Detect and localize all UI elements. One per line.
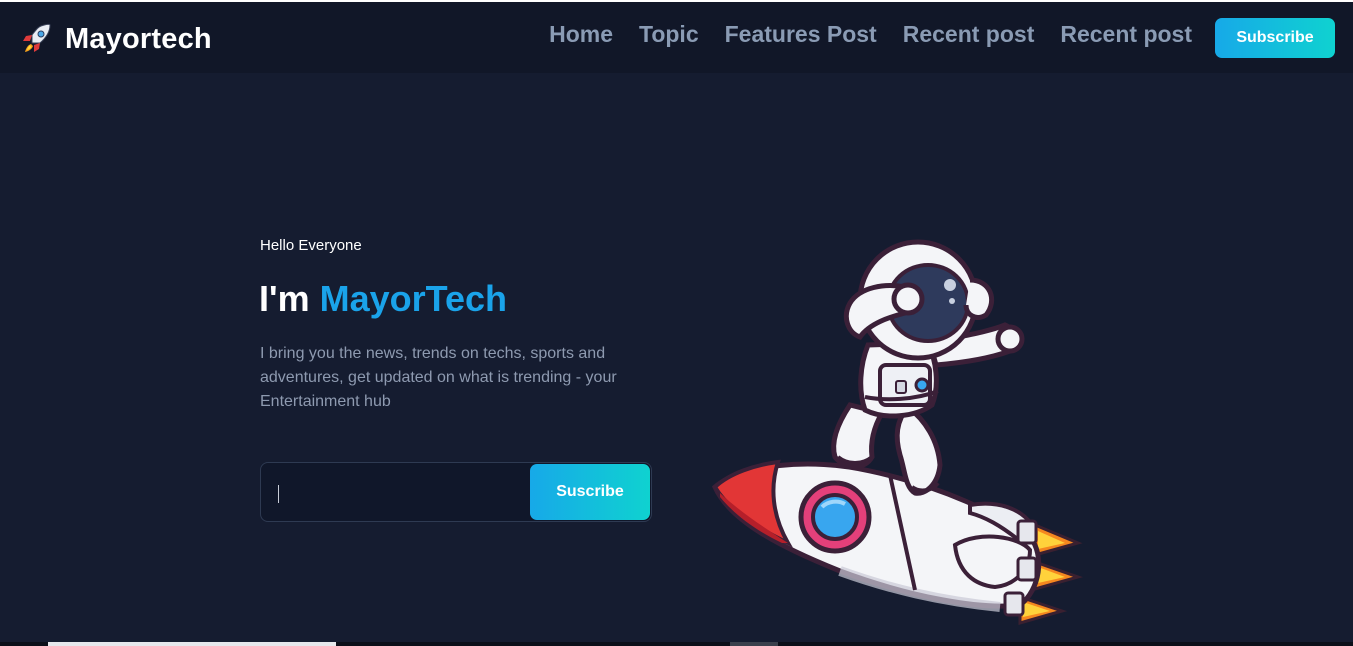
subscribe-button[interactable]: Subscribe <box>1215 18 1335 58</box>
hero-title-prefix: I'm <box>259 278 310 319</box>
nav-link-features-post[interactable]: Features Post <box>725 21 877 48</box>
astronaut <box>831 239 1025 496</box>
nav-link-topic[interactable]: Topic <box>639 21 699 48</box>
rocket <box>711 459 1042 617</box>
astronaut-rocket-illustration <box>711 239 1084 625</box>
main-nav: Home Topic Features Post Recent post Rec… <box>549 21 1192 48</box>
site-header: Mayortech Home Topic Features Post Recen… <box>0 2 1353 73</box>
subscribe-form: Suscribe <box>260 462 652 522</box>
scrollbar-marker <box>730 642 778 646</box>
hero-title-accent: MayorTech <box>319 278 507 319</box>
hero-title: I'm MayorTech <box>259 278 507 320</box>
site-logo[interactable]: Mayortech <box>19 22 212 56</box>
nav-link-home[interactable]: Home <box>549 21 613 48</box>
email-input[interactable] <box>261 463 531 520</box>
hero-greeting: Hello Everyone <box>260 237 362 254</box>
site-title: Mayortech <box>65 22 212 55</box>
rocket-icon <box>23 23 51 52</box>
horizontal-scrollbar[interactable] <box>0 642 1353 646</box>
suscribe-submit-button[interactable]: Suscribe <box>530 464 650 520</box>
text-caret <box>278 485 279 503</box>
hero-description: I bring you the news, trends on techs, s… <box>260 345 617 410</box>
nav-link-recent-post-2[interactable]: Recent post <box>1060 21 1192 48</box>
nav-link-recent-post[interactable]: Recent post <box>903 21 1035 48</box>
scrollbar-thumb[interactable] <box>48 642 336 646</box>
